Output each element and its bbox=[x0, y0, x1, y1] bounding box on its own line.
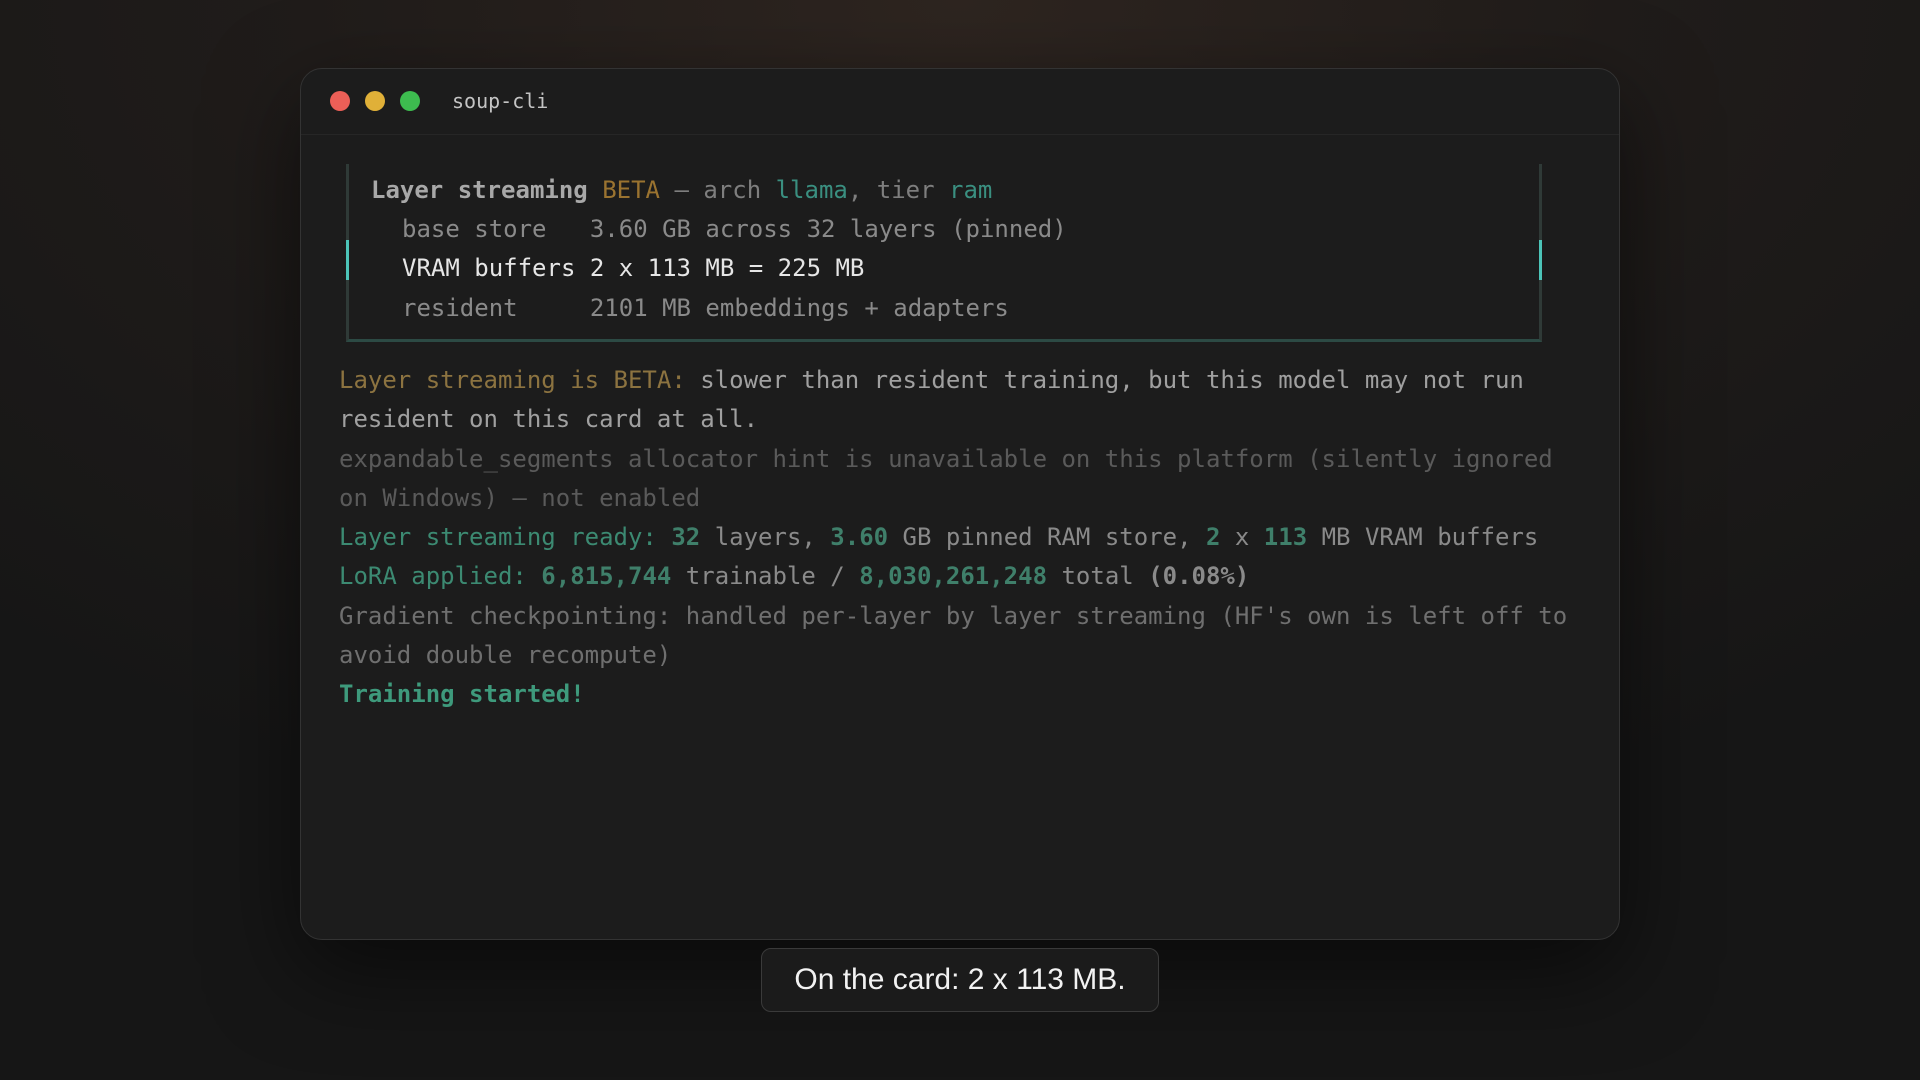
minimize-button[interactable] bbox=[365, 91, 385, 111]
title-bar: soup-cli bbox=[301, 69, 1619, 135]
panel-accent-left bbox=[346, 240, 349, 280]
log-line-started: Training started! bbox=[339, 680, 585, 709]
panel-row-resident: resident 2101 MB embeddings + adapters bbox=[402, 294, 1009, 322]
maximize-button[interactable] bbox=[400, 91, 420, 111]
log-line-gradient: Gradient checkpointing: handled per-laye… bbox=[339, 601, 1582, 670]
panel-header: Layer streaming BETA — arch llama, tier … bbox=[371, 176, 993, 204]
window-title: soup-cli bbox=[452, 89, 549, 113]
panel-row-base-store: base store 3.60 GB across 32 layers (pin… bbox=[402, 215, 1067, 243]
panel-accent-right bbox=[1539, 240, 1542, 280]
streaming-info-panel: Layer streaming BETA — arch llama, tier … bbox=[346, 164, 1542, 342]
arch-value: llama bbox=[775, 176, 848, 204]
log-output: Layer streaming is BETA: slower than res… bbox=[339, 361, 1589, 715]
panel-row-vram-buffers: VRAM buffers 2 x 113 MB = 225 MB bbox=[402, 254, 865, 282]
beta-badge: BETA bbox=[602, 176, 660, 204]
close-button[interactable] bbox=[330, 91, 350, 111]
log-line-lora: LoRA applied: 6,815,744 trainable / 8,03… bbox=[339, 562, 1250, 591]
log-line-beta: Layer streaming is BETA: slower than res… bbox=[339, 366, 1539, 434]
caption-box: On the card: 2 x 113 MB. bbox=[761, 948, 1159, 1012]
caption-text: On the card: 2 x 113 MB. bbox=[794, 963, 1126, 996]
log-line-allocator: expandable_segments allocator hint is un… bbox=[339, 444, 1568, 512]
terminal-window: soup-cli Layer streaming BETA — arch lla… bbox=[300, 68, 1620, 940]
tier-value: ram bbox=[949, 176, 993, 204]
log-line-ready: Layer streaming ready: 32 layers, 3.60 G… bbox=[339, 523, 1539, 552]
